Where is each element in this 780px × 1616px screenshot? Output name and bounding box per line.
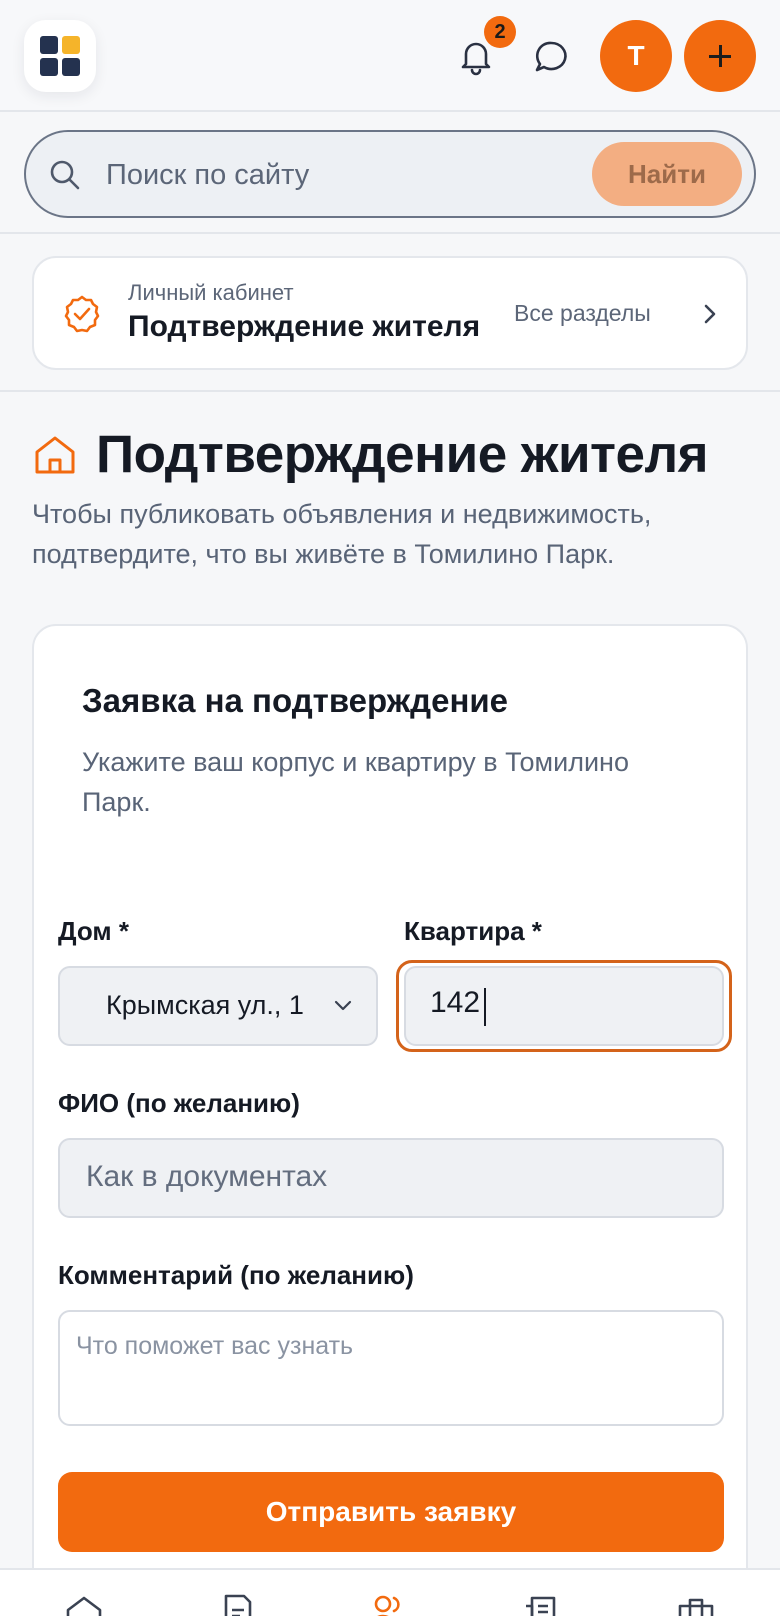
verified-badge-icon xyxy=(64,295,100,333)
search-bar: Найти xyxy=(24,130,756,218)
chevron-down-icon xyxy=(334,1000,352,1011)
logo-button[interactable] xyxy=(24,20,96,92)
notification-badge: 2 xyxy=(484,16,516,48)
top-bar: 2 Т xyxy=(0,0,780,112)
search-input[interactable] xyxy=(106,150,576,200)
grid-logo-icon xyxy=(40,36,80,76)
page-title-row: Подтверждение жителя xyxy=(32,424,748,490)
search-icon xyxy=(50,160,80,190)
nav-briefcase-icon[interactable] xyxy=(676,1592,716,1616)
fio-placeholder: Как в документах xyxy=(86,1160,328,1193)
breadcrumb-section: Личный кабинет xyxy=(128,280,294,305)
comment-placeholder: Что поможет вас узнать xyxy=(76,1332,354,1360)
search-button[interactable]: Найти xyxy=(592,142,742,206)
breadcrumb-area: Личный кабинет Подтверждение жителя Все … xyxy=(0,236,780,392)
add-button[interactable] xyxy=(684,20,756,92)
form-title: Заявка на подтверждение xyxy=(82,682,509,719)
avatar[interactable]: Т xyxy=(600,20,672,92)
bottom-nav xyxy=(0,1568,780,1616)
request-form-card: Заявка на подтверждение Укажите ваш корп… xyxy=(32,624,748,1616)
breadcrumb-current: Подтверждение жителя xyxy=(128,310,481,343)
apartment-value: 142 xyxy=(430,986,481,1019)
search-section: Найти xyxy=(0,114,780,234)
fio-input[interactable]: Как в документах xyxy=(58,1138,724,1218)
text-caret xyxy=(484,988,486,1026)
fio-label: ФИО (по желанию) xyxy=(58,1088,300,1118)
page-subtitle: Чтобы публиковать объявления и недвижимо… xyxy=(32,499,652,569)
apartment-input[interactable]: 142 xyxy=(404,966,724,1046)
home-icon xyxy=(35,436,75,474)
chevron-right-icon xyxy=(704,304,716,324)
chat-icon[interactable] xyxy=(532,38,570,76)
nav-document-icon[interactable] xyxy=(218,1592,258,1616)
house-select[interactable]: Крымская ул., 1 xyxy=(58,966,378,1046)
submit-button[interactable]: Отправить заявку xyxy=(58,1472,724,1552)
nav-users-icon[interactable] xyxy=(368,1592,408,1616)
page-title: Подтверждение жителя xyxy=(96,425,709,484)
comment-textarea[interactable]: Что поможет вас узнать xyxy=(58,1310,724,1426)
page: 2 Т Найти Личный кабинет Подтвержден xyxy=(0,0,780,1616)
breadcrumb[interactable]: Личный кабинет Подтверждение жителя Все … xyxy=(32,256,748,370)
form-subtitle: Укажите ваш корпус и квартиру в Томилино… xyxy=(82,747,629,817)
house-label: Дом * xyxy=(58,916,129,946)
all-sections-link[interactable]: Все разделы xyxy=(514,300,651,327)
nav-newspaper-icon[interactable] xyxy=(522,1592,562,1616)
comment-label: Комментарий (по желанию) xyxy=(58,1260,414,1290)
house-select-value: Крымская ул., 1 xyxy=(106,990,304,1020)
nav-home-icon[interactable] xyxy=(64,1592,104,1616)
apartment-label: Квартира * xyxy=(404,916,542,946)
